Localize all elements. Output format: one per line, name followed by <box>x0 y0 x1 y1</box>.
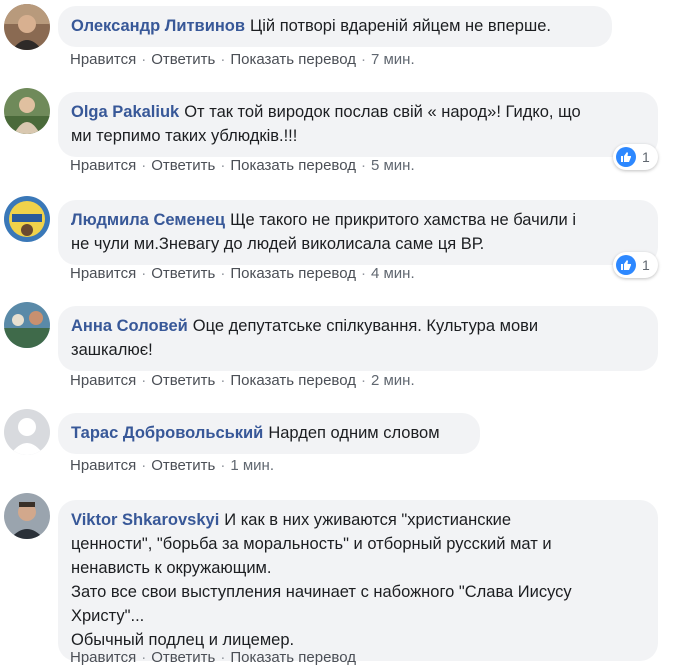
translate-link[interactable]: Показать перевод <box>230 51 356 68</box>
reaction-count[interactable]: 1 <box>613 252 658 278</box>
thumbs-up-icon <box>616 255 636 275</box>
comment-actions: Нравится · Ответить · Показать перевод <box>70 649 356 666</box>
default-avatar-icon <box>4 409 50 455</box>
avatar[interactable] <box>4 4 50 50</box>
like-link[interactable]: Нравится <box>70 265 136 282</box>
comment-time[interactable]: 2 мин. <box>371 372 415 389</box>
comment-actions: Нравится · Ответить · Показать перевод · 2 мин… <box>70 372 415 389</box>
comment-text: Ще такого не прикритого хамства не бачил… <box>230 211 577 229</box>
reply-link[interactable]: Ответить <box>151 157 215 174</box>
comment-time[interactable]: 7 мин. <box>371 51 415 68</box>
comment-time[interactable]: 5 мин. <box>371 157 415 174</box>
comment-text: ми терпимо таких ублюдків.!!! <box>71 127 298 145</box>
comment-bubble: Olga Pakaliuk От так той виродок послав с… <box>58 92 658 157</box>
comment-author[interactable]: Olga Pakaliuk <box>71 103 179 121</box>
comment-author[interactable]: Анна Соловей <box>71 317 188 335</box>
comment-text: Оце депутатське спілкування. Культура мо… <box>192 317 539 335</box>
comment-text: ненависть к окружающим. <box>71 559 272 577</box>
comment-actions: Нравится · Ответить · 1 мин. <box>70 457 274 474</box>
comment-bubble: Олександр Литвинов Цій потворі вдареній я… <box>58 6 612 47</box>
thumbs-up-icon <box>616 147 636 167</box>
like-link[interactable]: Нравится <box>70 372 136 389</box>
comment-time[interactable]: 4 мин. <box>371 265 415 282</box>
reaction-number: 1 <box>642 149 650 165</box>
comment-text: Обычный подлец и лицемер. <box>71 631 295 649</box>
comment-actions: Нравится · Ответить · Показать перевод · 5 мин… <box>70 157 415 174</box>
comment-text: зашкалює! <box>71 341 153 359</box>
comment-author[interactable]: Олександр Литвинов <box>71 17 245 35</box>
reply-link[interactable]: Ответить <box>151 457 215 474</box>
like-link[interactable]: Нравится <box>70 51 136 68</box>
comment-author[interactable]: Тарас Добровольський <box>71 424 263 442</box>
reaction-number: 1 <box>642 257 650 273</box>
like-link[interactable]: Нравится <box>70 457 136 474</box>
avatar[interactable] <box>4 493 50 539</box>
user-photo-icon <box>4 4 50 50</box>
comment-text: ценности", "борьба за моральность" и отб… <box>71 535 552 553</box>
avatar[interactable] <box>4 196 50 242</box>
comment-text: От так той виродок послав свій « народ»!… <box>184 103 581 121</box>
comment-text: Зато все свои выступления начинает с наб… <box>71 583 572 601</box>
user-photo-icon <box>4 196 50 242</box>
comment-bubble: Анна Соловей Оце депутатське спілкування.… <box>58 306 658 371</box>
comment-author[interactable]: Людмила Семенец <box>71 211 225 229</box>
user-photo-icon <box>4 302 50 348</box>
comment-text: не чули ми.Зневагу до людей виколисала с… <box>71 235 485 253</box>
user-photo-icon <box>4 88 50 134</box>
reaction-count[interactable]: 1 <box>613 144 658 170</box>
reply-link[interactable]: Ответить <box>151 265 215 282</box>
comment-author[interactable]: Viktor Shkarovskyi <box>71 511 219 529</box>
comment-bubble: Людмила Семенец Ще такого не прикритого х… <box>58 200 658 265</box>
comment-bubble: Тарас Добровольський Нардеп одним словом <box>58 413 480 454</box>
avatar[interactable] <box>4 302 50 348</box>
comment-text: Нардеп одним словом <box>268 424 440 442</box>
comment-actions: Нравится · Ответить · Показать перевод · 4 мин… <box>70 265 415 282</box>
comment-text: Цій потворі вдареній яйцем не вперше. <box>250 17 551 35</box>
avatar[interactable] <box>4 88 50 134</box>
comment-time[interactable]: 1 мин. <box>230 457 274 474</box>
reply-link[interactable]: Ответить <box>151 649 215 666</box>
translate-link[interactable]: Показать перевод <box>230 157 356 174</box>
translate-link[interactable]: Показать перевод <box>230 372 356 389</box>
comment-actions: Нравится · Ответить · Показать перевод · 7 мин… <box>70 51 415 68</box>
translate-link[interactable]: Показать перевод <box>230 265 356 282</box>
comment-text: Христу"... <box>71 607 145 625</box>
user-photo-icon <box>4 493 50 539</box>
comment-bubble: Viktor Shkarovskyi И как в них уживаются … <box>58 500 658 661</box>
like-link[interactable]: Нравится <box>70 157 136 174</box>
avatar[interactable] <box>4 409 50 455</box>
like-link[interactable]: Нравится <box>70 649 136 666</box>
reply-link[interactable]: Ответить <box>151 51 215 68</box>
translate-link[interactable]: Показать перевод <box>230 649 356 666</box>
comment-text: И как в них уживаются "христианские <box>224 511 512 529</box>
reply-link[interactable]: Ответить <box>151 372 215 389</box>
